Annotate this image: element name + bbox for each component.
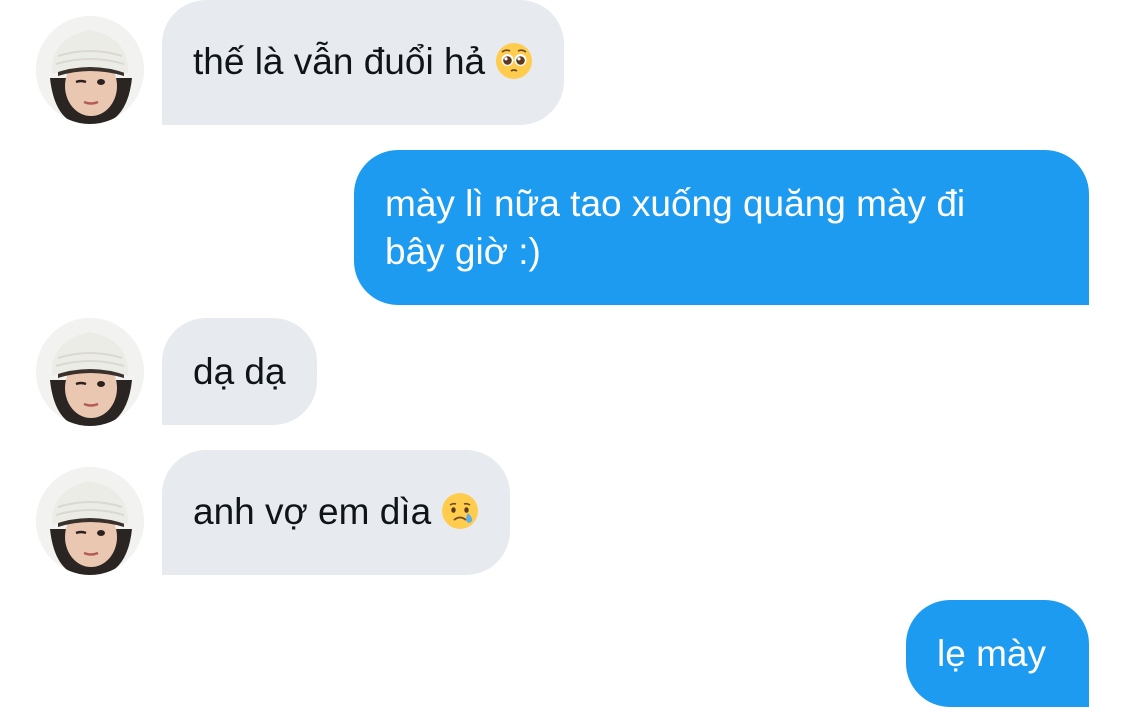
avatar[interactable] xyxy=(36,318,144,426)
avatar-photo xyxy=(36,318,144,426)
message-text-line: bây giờ :) xyxy=(385,231,541,272)
message-bubble-incoming[interactable]: anh vợ em dìa xyxy=(162,450,511,575)
message-bubble-outgoing[interactable]: lẹ mày xyxy=(906,600,1089,707)
pleading-face-icon xyxy=(495,42,533,80)
avatar-photo xyxy=(36,16,144,124)
avatar-photo xyxy=(36,467,144,575)
message-bubble-incoming[interactable]: thế là vẫn đuổi hả xyxy=(162,0,565,125)
message-text: lẹ mày xyxy=(937,633,1046,674)
message-text: thế là vẫn đuổi hả xyxy=(193,41,486,82)
message-text: anh vợ em dìa xyxy=(193,491,432,532)
avatar[interactable] xyxy=(36,467,144,575)
crying-face-icon xyxy=(441,492,479,530)
message-bubble-outgoing[interactable]: mày lì nữa tao xuống quăng mày đi bây gi… xyxy=(354,150,1089,305)
avatar[interactable] xyxy=(36,16,144,124)
message-bubble-incoming[interactable]: dạ dạ xyxy=(162,318,317,425)
message-text: dạ dạ xyxy=(193,351,286,392)
message-text-line: mày lì nữa tao xuống quăng mày đi xyxy=(385,183,966,224)
